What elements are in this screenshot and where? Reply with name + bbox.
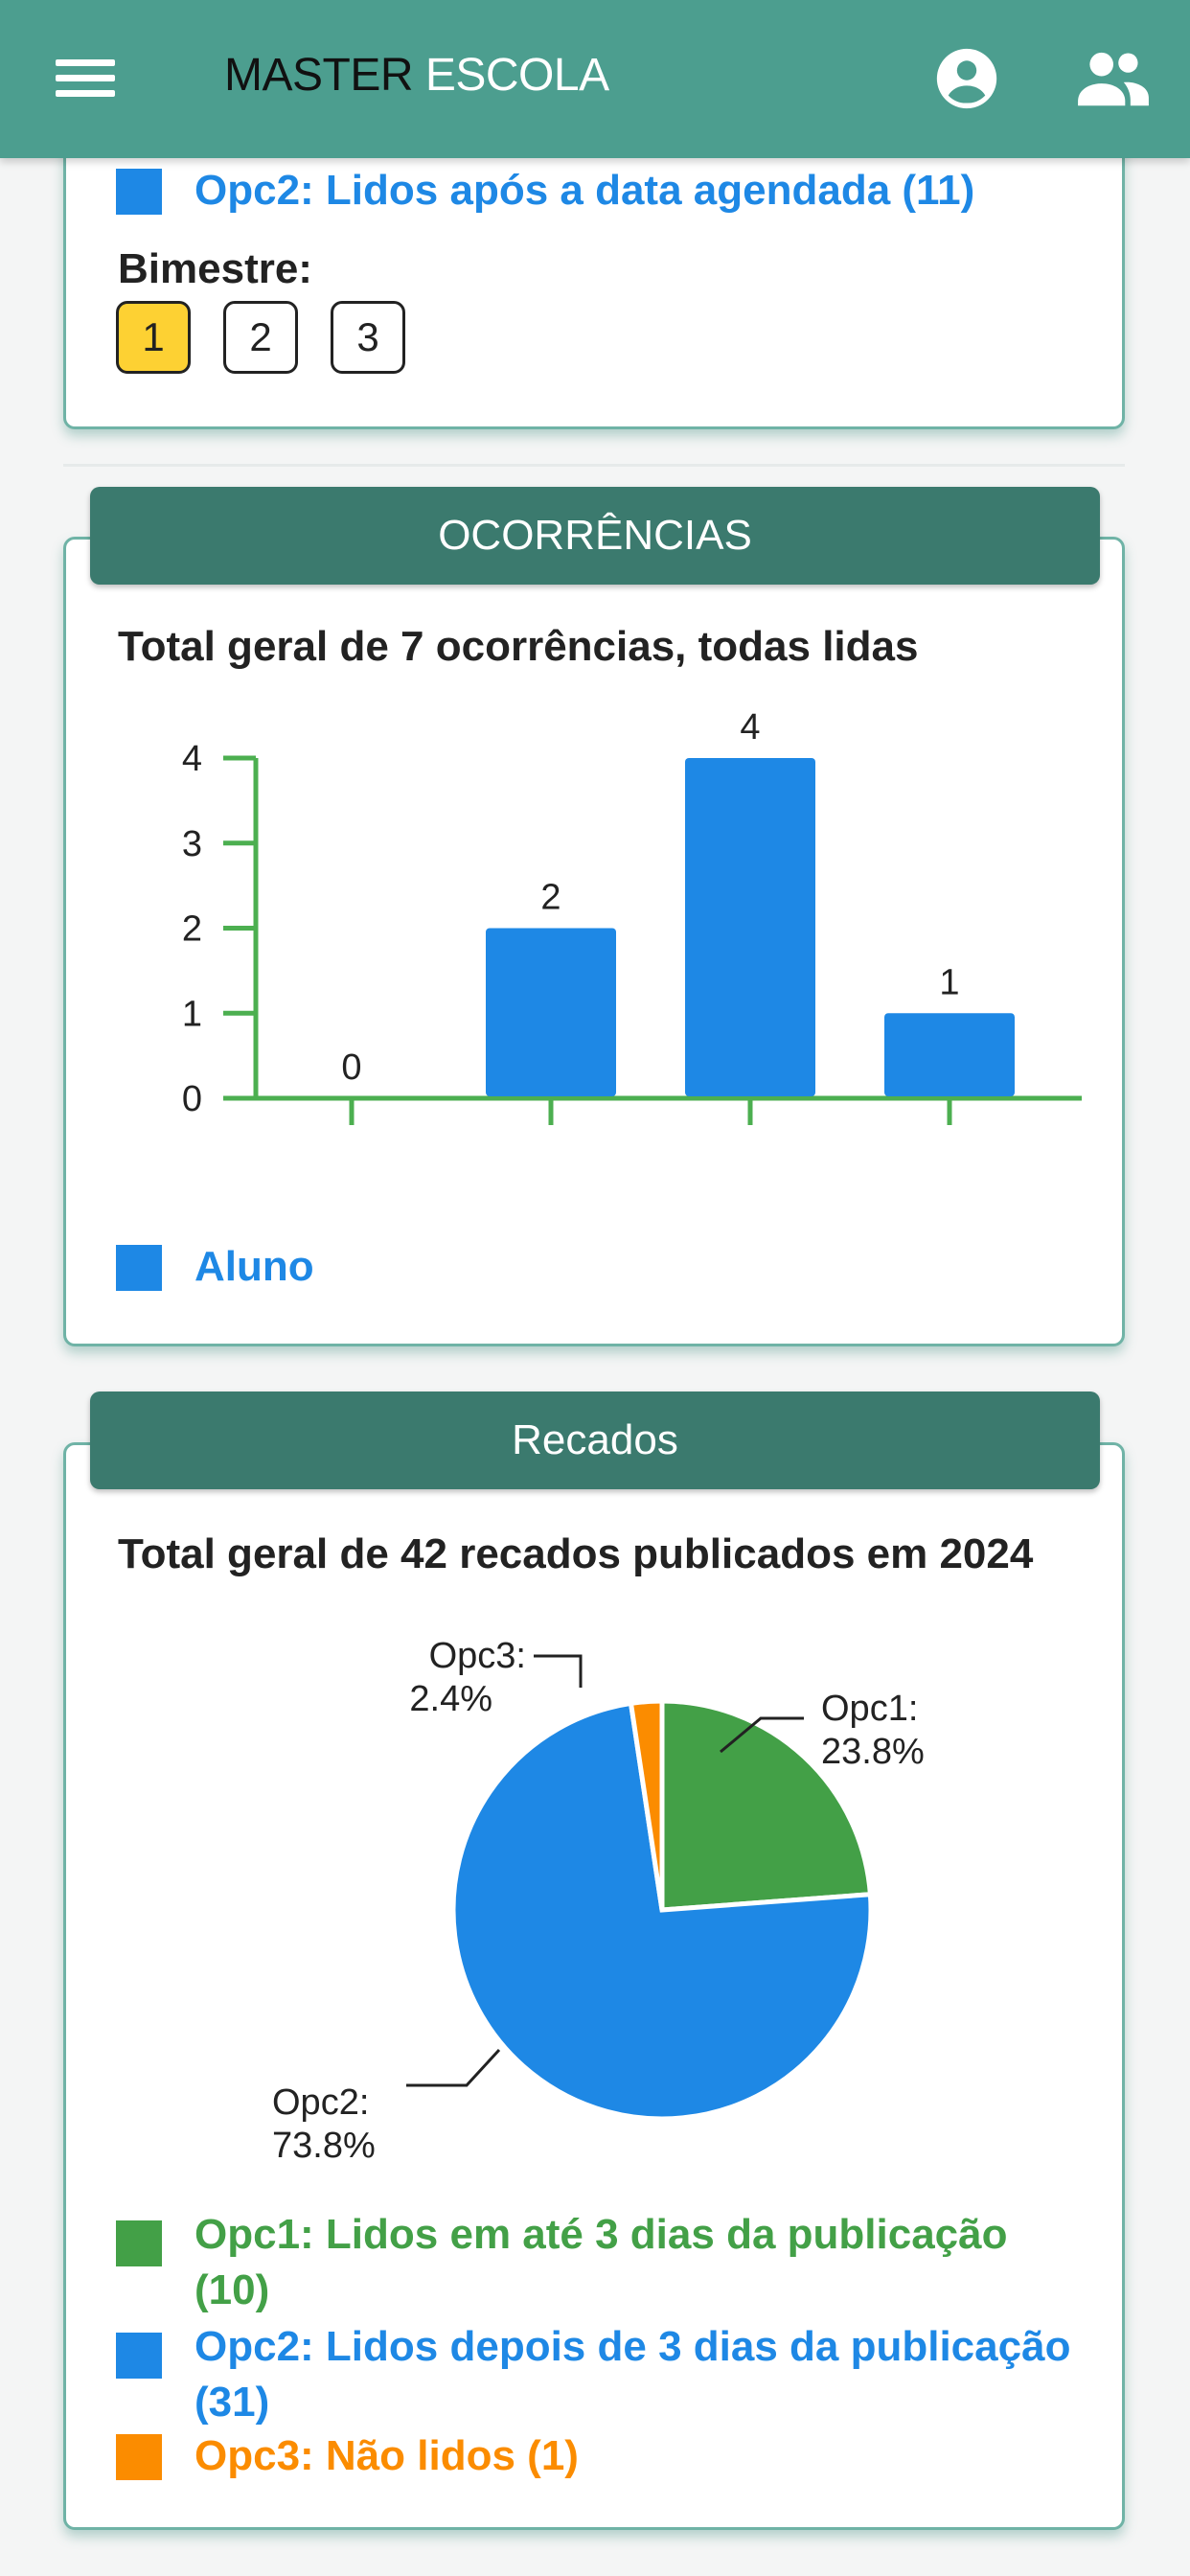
recados-card: Total geral de 42 recados publicados em … (63, 1442, 1125, 2530)
leituras-card: Opc2: Lidos após a data agendada (11) Bi… (63, 144, 1125, 429)
legend-swatch-orange (116, 2434, 162, 2480)
recados-header: Recados (90, 1392, 1100, 1489)
legend-swatch-blue (116, 1245, 162, 1291)
bimestre-button-1[interactable]: 1 (116, 301, 191, 374)
x-tick-label: 2º Bim (495, 1151, 607, 1153)
recados-pie-chart: Opc1:23.8% Opc2:73.8% Opc3:2.4% (272, 1637, 925, 2166)
y-tick-label: 4 (182, 739, 202, 779)
menu-icon[interactable] (56, 56, 115, 100)
bar (884, 1013, 1015, 1096)
x-tick-label: 4º Bim (894, 1151, 1006, 1153)
recados-title: Total geral de 42 recados publicados em … (118, 1530, 1034, 1577)
slice-percent: 2.4% (409, 1679, 492, 1719)
legend-swatch-blue (116, 2333, 162, 2379)
leader-line (534, 1654, 583, 1688)
x-tick-label: 3º Bim (695, 1151, 807, 1153)
bimestre-selector: 1 2 3 (116, 301, 438, 374)
legend-item-opc2: Opc2: Lidos depois de 3 dias da publicaç… (116, 2319, 1074, 2430)
app-title: MASTER ESCOLA (224, 48, 609, 104)
legend-item-aluno: Aluno (116, 1239, 314, 1295)
ocorrencias-title: Total geral de 7 ocorrências, todas lida… (118, 623, 919, 670)
slice-percent: 23.8% (821, 1732, 925, 1772)
x-tick-label: 1º Bim (296, 1151, 408, 1153)
legend-label: Opc2: Lidos depois de 3 dias da publicaç… (195, 2323, 1071, 2426)
section-divider (63, 464, 1125, 467)
account-circle-icon[interactable] (934, 46, 999, 111)
y-tick-label: 0 (182, 1079, 202, 1119)
brand-escola: ESCOLA (424, 50, 609, 101)
legend-label: Opc1: Lidos em até 3 dias da publicação … (195, 2211, 1008, 2313)
y-tick-label: 3 (182, 824, 202, 864)
ocorrencias-card: Total geral de 7 ocorrências, todas lida… (63, 537, 1125, 1346)
legend-item-opc2: Opc2: Lidos após a data agendada (11) (116, 163, 974, 218)
data-label: 0 (341, 1047, 361, 1088)
legend-item-opc1: Opc1: Lidos em até 3 dias da publicação … (116, 2207, 1074, 2318)
slice-label: Opc1: (821, 1689, 918, 1729)
bar (685, 758, 815, 1096)
bimestre-button-3[interactable]: 3 (331, 301, 405, 374)
brand-master: MASTER (224, 50, 414, 101)
y-tick-label: 1 (182, 994, 202, 1034)
bimestre-button-2[interactable]: 2 (223, 301, 298, 374)
legend-label: Opc3: Não lidos (1) (195, 2432, 579, 2479)
legend-label: Opc2: Lidos após a data agendada (11) (195, 167, 975, 214)
legend-label: Aluno (195, 1243, 314, 1290)
ocorrencias-bar-chart: 0 1 2 3 4 1º Bim 0 2º Bim 2 3º Bim 4 4º Bim 1 (182, 707, 1082, 1153)
group-icon[interactable] (1075, 48, 1152, 107)
data-label: 1 (939, 962, 959, 1002)
legend-swatch-blue (116, 169, 162, 215)
slice-percent: 73.8% (272, 2126, 376, 2166)
bimestre-label: Bimestre: (118, 245, 312, 292)
ocorrencias-header: OCORRÊNCIAS (90, 487, 1100, 585)
data-label: 4 (740, 707, 760, 748)
data-label: 2 (540, 878, 561, 918)
slice-label: Opc3: (429, 1637, 526, 1676)
y-tick-label: 2 (182, 909, 202, 950)
bar (486, 928, 616, 1096)
app-bar: MASTER ESCOLA (0, 0, 1190, 158)
legend-item-opc3: Opc3: Não lidos (1) (116, 2428, 1074, 2484)
legend-swatch-green (116, 2220, 162, 2266)
slice-label: Opc2: (272, 2082, 369, 2123)
leader-line (406, 2048, 501, 2087)
